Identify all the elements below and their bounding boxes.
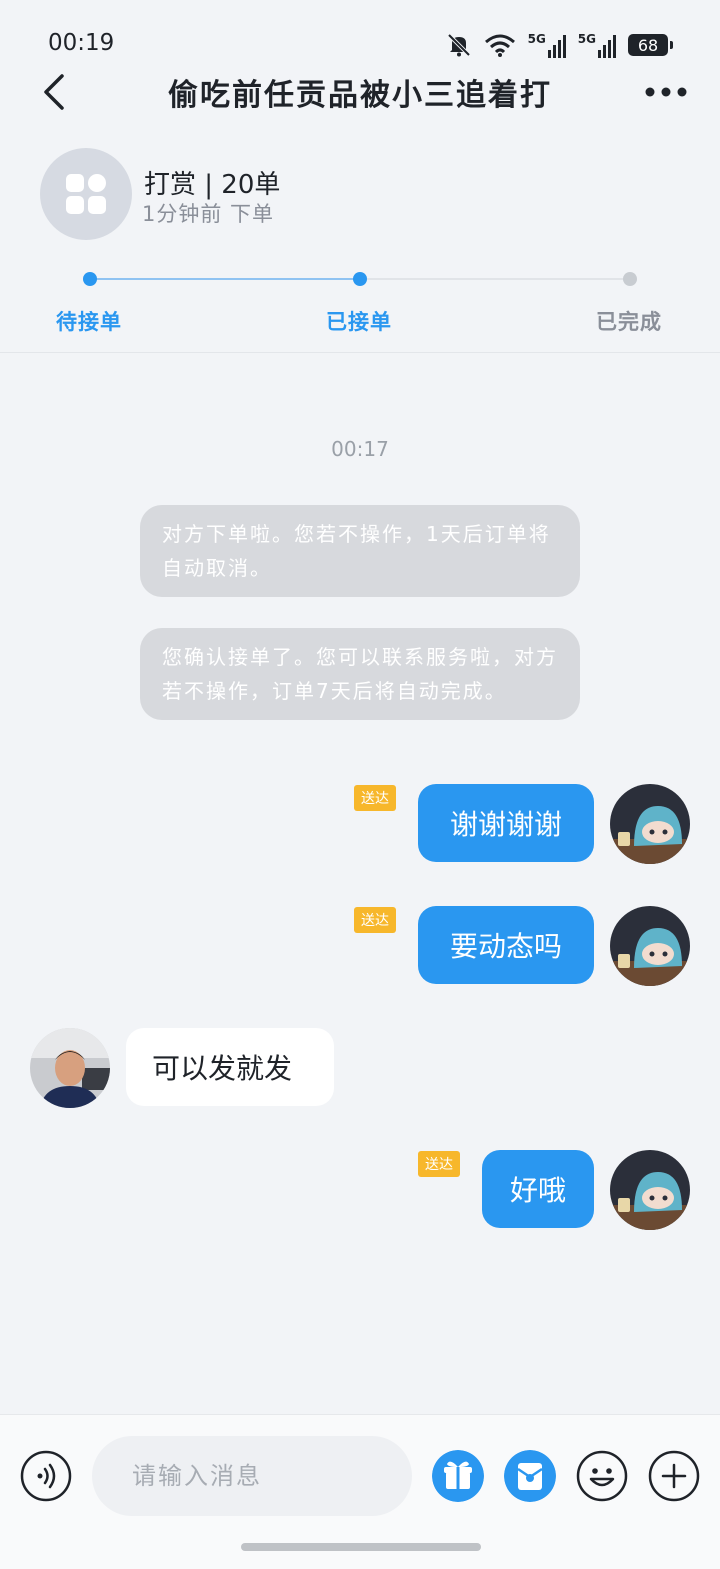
anime-avatar-image <box>610 784 690 864</box>
delivered-badge: 送达 <box>354 785 396 811</box>
message-bubble-outgoing[interactable]: 要动态吗 <box>418 906 594 984</box>
system-message: 您确认接单了。您可以联系服务啦，对方若不操作，订单7天后将自动完成。 <box>140 628 580 720</box>
status-icons: 5G 5G 68 <box>446 28 673 62</box>
message-bubble-outgoing[interactable]: 谢谢谢谢 <box>418 784 594 862</box>
step-label-accepted: 已接单 <box>326 310 392 334</box>
progress-dot-pending-order <box>83 272 97 286</box>
message-bubble-outgoing[interactable]: 好哦 <box>482 1150 594 1228</box>
order-type: 打赏 | 20单 <box>144 170 281 200</box>
message-bubble-incoming[interactable]: 可以发就发 <box>126 1028 334 1106</box>
chat-timestamp: 00:17 <box>331 437 389 461</box>
gift-icon[interactable] <box>432 1450 484 1502</box>
progress-dot-accepted <box>353 272 367 286</box>
home-indicator[interactable] <box>241 1543 481 1551</box>
signal-5g-1: 5G <box>528 32 566 58</box>
delivered-badge: 送达 <box>354 907 396 933</box>
step-label-pending-order: 待接单 <box>56 310 122 334</box>
emoji-icon[interactable] <box>576 1450 628 1502</box>
delivered-badge: 送达 <box>418 1151 460 1177</box>
signal-bars-icon <box>547 35 566 58</box>
contact-avatar[interactable] <box>30 1028 110 1108</box>
my-avatar[interactable] <box>610 784 690 864</box>
progress-dot-completed <box>623 272 637 286</box>
red-packet-icon[interactable] <box>504 1450 556 1502</box>
progress-line-pending <box>360 278 630 280</box>
progress-line-done <box>90 278 360 280</box>
header-divider <box>0 352 720 353</box>
my-avatar[interactable] <box>610 1150 690 1230</box>
signal-5g-2: 5G <box>578 32 616 58</box>
anime-avatar-image <box>610 906 690 986</box>
status-time: 00:19 <box>48 30 115 56</box>
person-photo-image <box>30 1028 110 1108</box>
apps-grid-icon <box>66 174 106 214</box>
more-options-icon[interactable] <box>644 72 688 112</box>
message-input[interactable] <box>92 1436 412 1516</box>
plus-icon[interactable] <box>648 1450 700 1502</box>
battery-level: 68 <box>637 35 659 55</box>
page-title: 偷吃前任贡品被小三追着打 <box>168 78 552 113</box>
step-label-completed: 已完成 <box>596 310 662 334</box>
my-avatar[interactable] <box>610 906 690 986</box>
network-label: 5G <box>527 32 546 46</box>
signal-bars-icon <box>598 35 616 58</box>
voice-icon[interactable] <box>20 1450 72 1502</box>
order-avatar <box>40 148 132 240</box>
network-label: 5G <box>577 32 596 46</box>
anime-avatar-image <box>610 1150 690 1230</box>
order-time: 1分钟前 下单 <box>142 202 275 226</box>
mute-bell-icon <box>447 33 471 57</box>
wifi-icon <box>484 34 515 57</box>
battery-indicator: 68 <box>628 34 673 56</box>
system-message: 对方下单啦。您若不操作，1天后订单将自动取消。 <box>140 505 580 597</box>
